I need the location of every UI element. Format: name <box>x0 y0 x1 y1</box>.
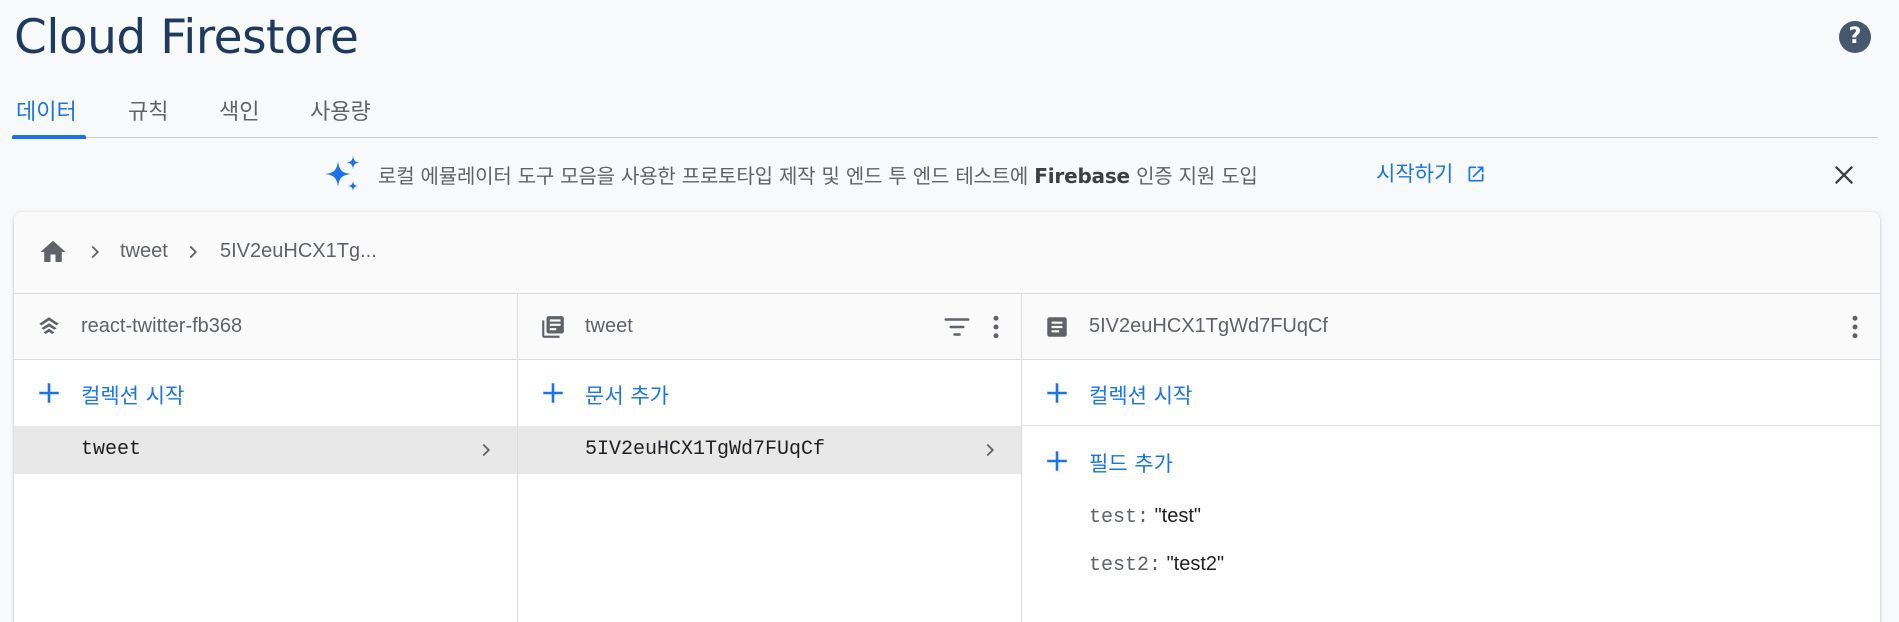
more-vert-icon[interactable] <box>981 312 1011 342</box>
field-row[interactable]: test: "test" <box>1089 505 1201 529</box>
open-in-new-icon[interactable] <box>1466 164 1486 184</box>
filter-icon[interactable] <box>942 312 972 342</box>
help-icon[interactable]: ? <box>1839 21 1871 53</box>
chevron-right-icon <box>91 245 100 259</box>
plus-icon <box>543 383 563 403</box>
banner-message: 로컬 에뮬레이터 도구 모음을 사용한 프로토타입 제작 및 엔드 투 엔드 테… <box>378 160 1258 189</box>
announcement-banner: 로컬 에뮬레이터 도구 모음을 사용한 프로토타입 제작 및 엔드 투 엔드 테… <box>0 150 1899 200</box>
field-key: test: <box>1089 506 1150 529</box>
close-icon[interactable] <box>1831 162 1857 188</box>
collection-name: tweet <box>81 438 142 461</box>
collection-icon <box>542 316 564 338</box>
breadcrumb: tweet 5IV2euHCX1Tg... <box>14 212 1880 294</box>
document-title: 5IV2euHCX1TgWd7FUqCf <box>1089 315 1328 337</box>
start-collection-button[interactable]: 컬렉션 시작 <box>14 360 517 426</box>
tab-data[interactable]: 데이터 <box>16 94 77 126</box>
document-icon <box>1047 317 1067 337</box>
breadcrumb-item[interactable]: 5IV2euHCX1Tg... <box>220 240 377 263</box>
plus-icon <box>1047 383 1067 403</box>
plus-icon <box>1047 451 1067 471</box>
plus-icon <box>39 383 59 403</box>
list-item[interactable]: 5IV2euHCX1TgWd7FUqCf <box>518 426 1021 474</box>
firestore-page: Cloud Firestore ? 데이터 규칙 색인 사용량 로컬 에뮬레이터… <box>0 0 1899 622</box>
chevron-right-icon <box>482 443 491 457</box>
add-document-label: 문서 추가 <box>585 384 669 408</box>
tab-bar: 데이터 규칙 색인 사용량 <box>12 88 1878 139</box>
start-collection-label: 컬렉션 시작 <box>1089 384 1193 408</box>
tab-usage[interactable]: 사용량 <box>310 94 371 126</box>
document-id: 5IV2euHCX1TgWd7FUqCf <box>585 438 826 461</box>
add-field-button[interactable]: 필드 추가 <box>1022 428 1880 494</box>
tab-indexes[interactable]: 색인 <box>219 94 259 126</box>
banner-text-part: 인증 지원 도입 <box>1129 164 1258 188</box>
column-header: react-twitter-fb368 <box>14 294 517 360</box>
more-vert-icon[interactable] <box>1840 312 1870 342</box>
data-viewer-panel: tweet 5IV2euHCX1Tg... react-twitter-fb36… <box>14 212 1880 622</box>
document-column: 5IV2euHCX1TgWd7FUqCf 컬렉션 시작 필드 추가 test: … <box>1022 294 1880 622</box>
project-layers-icon <box>39 317 59 335</box>
column-header: 5IV2euHCX1TgWd7FUqCf <box>1022 294 1880 360</box>
banner-text-part: 로컬 에뮬레이터 도구 모음을 사용한 프로토타입 제작 및 엔드 투 엔드 테… <box>378 164 1035 188</box>
add-field-label: 필드 추가 <box>1089 452 1173 476</box>
field-value: "test2" <box>1166 553 1225 575</box>
page-title: Cloud Firestore <box>14 10 359 65</box>
field-row[interactable]: test2: "test2" <box>1089 553 1224 577</box>
field-value: "test" <box>1154 505 1202 527</box>
start-collection-button[interactable]: 컬렉션 시작 <box>1022 360 1880 426</box>
field-key: test2: <box>1089 554 1162 577</box>
list-item[interactable]: tweet <box>14 426 517 474</box>
banner-text-bold: Firebase <box>1034 164 1130 188</box>
root-column: react-twitter-fb368 컬렉션 시작 tweet <box>14 294 518 622</box>
start-collection-label: 컬렉션 시작 <box>81 384 185 408</box>
home-icon[interactable] <box>38 237 68 267</box>
sparkle-icon <box>325 156 360 191</box>
collection-column: tweet 문서 추가 5IV2euHCX1TgWd7FUqCf <box>518 294 1022 622</box>
project-name: react-twitter-fb368 <box>81 315 243 337</box>
column-header: tweet <box>518 294 1021 360</box>
chevron-right-icon <box>189 245 198 259</box>
add-document-button[interactable]: 문서 추가 <box>518 360 1021 426</box>
chevron-right-icon <box>986 443 995 457</box>
tab-rules[interactable]: 규칙 <box>128 94 168 126</box>
get-started-link[interactable]: 시작하기 <box>1376 158 1453 188</box>
active-tab-indicator <box>12 135 86 139</box>
breadcrumb-item[interactable]: tweet <box>120 240 168 263</box>
collection-title: tweet <box>585 315 633 337</box>
